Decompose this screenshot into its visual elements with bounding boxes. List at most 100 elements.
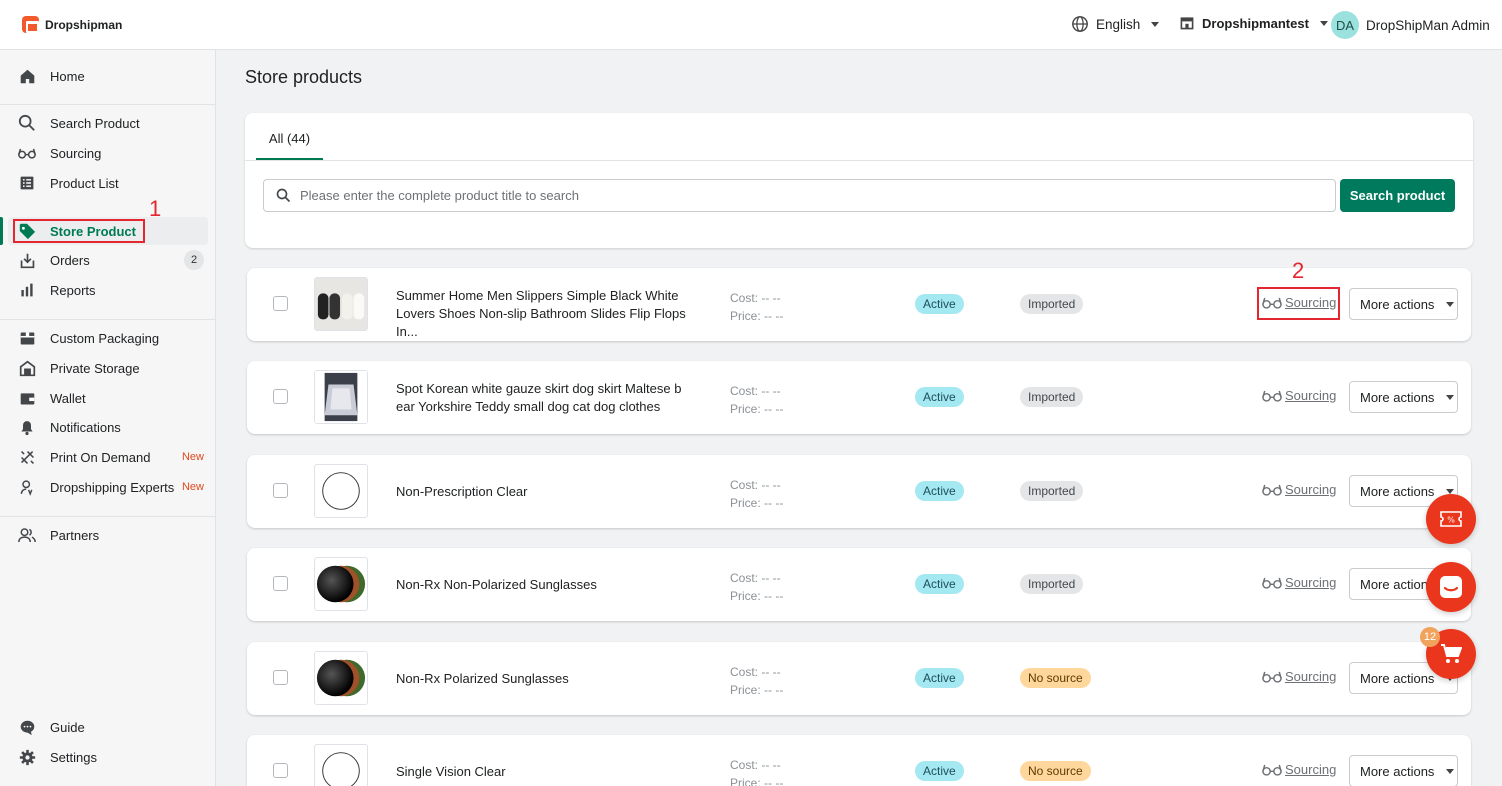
product-price: Price: -- --	[730, 683, 784, 697]
sourcing-link[interactable]: Sourcing	[1262, 482, 1336, 497]
language-selector[interactable]: English	[1071, 15, 1160, 33]
gear-icon	[18, 748, 36, 766]
home-icon	[18, 67, 36, 85]
chat-button[interactable]	[1426, 562, 1476, 612]
sidebar-item-label: Dropshipping Experts	[50, 479, 175, 495]
brand[interactable]: Dropshipman	[22, 16, 122, 33]
sourcing-link[interactable]: Sourcing	[1262, 669, 1336, 684]
more-actions-button[interactable]: More actions	[1349, 381, 1458, 413]
dog-skirt-image	[315, 371, 367, 423]
status-badge: Active	[915, 668, 964, 688]
more-actions-button[interactable]: More actions	[1349, 288, 1458, 320]
reports-icon	[18, 281, 36, 299]
product-thumbnail[interactable]	[314, 464, 368, 518]
product-title[interactable]: Non-Rx Non-Polarized Sunglasses	[396, 576, 686, 594]
sidebar-item-search-product[interactable]: Search Product	[0, 109, 216, 137]
sourcing-label: Sourcing	[1285, 388, 1337, 403]
sidebar-item-dropshipping-experts[interactable]: Dropshipping Experts New	[0, 473, 216, 501]
guide-icon	[18, 718, 36, 736]
sidebar-item-label: Custom Packaging	[50, 330, 160, 346]
row-checkbox[interactable]	[273, 389, 288, 404]
annotation-number-2: 2	[1292, 258, 1305, 283]
user-menu[interactable]: DA DropShipMan Admin	[1331, 11, 1490, 39]
sourcing-label: Sourcing	[1285, 762, 1337, 777]
sourcing-label: Sourcing	[1285, 482, 1337, 497]
product-price: Price: -- --	[730, 309, 784, 323]
sidebar-item-partners[interactable]: Partners	[0, 521, 216, 549]
sidebar-item-home[interactable]: Home	[0, 62, 216, 90]
status-badge: Active	[915, 294, 964, 314]
sourcing-link[interactable]: Sourcing	[1262, 762, 1336, 777]
coupon-button[interactable]: %	[1426, 494, 1476, 544]
sidebar-item-custom-packaging[interactable]: Custom Packaging	[0, 324, 216, 352]
sourcing-label: Sourcing	[1285, 669, 1337, 684]
source-badge: Imported	[1020, 387, 1084, 407]
orders-icon	[18, 251, 36, 269]
sourcing-label: Sourcing	[1285, 575, 1337, 590]
product-cost: Cost: -- --	[730, 758, 781, 772]
chevron-down-icon	[1446, 488, 1455, 494]
sidebar-item-guide[interactable]: Guide	[0, 713, 216, 741]
sidebar-item-label: Home	[50, 68, 85, 84]
page-title: Store products	[245, 67, 363, 87]
search-input[interactable]	[300, 188, 1300, 203]
cart-count-badge: 12	[1420, 627, 1440, 647]
row-checkbox[interactable]	[273, 576, 288, 591]
status-badge: Active	[915, 387, 964, 407]
search-icon	[276, 188, 291, 203]
print-icon	[18, 448, 36, 466]
store-selector[interactable]: Dropshipmantest	[1179, 15, 1328, 31]
product-thumbnail[interactable]	[314, 370, 368, 424]
sidebar-item-orders[interactable]: Orders 2	[0, 246, 216, 274]
sidebar-item-print-on-demand[interactable]: Print On Demand New	[0, 443, 216, 471]
tab-divider	[245, 160, 1473, 161]
sidebar-item-wallet[interactable]: Wallet	[0, 384, 216, 412]
sidebar-item-label: Private Storage	[50, 360, 140, 376]
source-badge: Imported	[1020, 294, 1084, 314]
sidebar-item-reports[interactable]: Reports	[0, 276, 216, 304]
row-checkbox[interactable]	[273, 670, 288, 685]
sunglasses-lens-image	[316, 659, 366, 697]
wallet-icon	[18, 389, 36, 407]
product-thumbnail[interactable]	[314, 557, 368, 611]
sidebar-item-private-storage[interactable]: Private Storage	[0, 354, 216, 382]
sourcing-link[interactable]: Sourcing	[1262, 388, 1336, 403]
product-title[interactable]: Summer Home Men Slippers Simple Black Wh…	[396, 287, 686, 341]
row-checkbox[interactable]	[273, 483, 288, 498]
glasses-icon	[1262, 484, 1282, 496]
sidebar-item-settings[interactable]: Settings	[0, 743, 216, 771]
chevron-down-icon	[1446, 394, 1455, 400]
expert-icon	[18, 478, 36, 496]
sunglasses-lens-image	[316, 565, 366, 603]
more-actions-button[interactable]: More actions	[1349, 755, 1458, 786]
product-thumbnail[interactable]	[314, 651, 368, 705]
product-row: Non-Rx Non-Polarized Sunglasses Cost: --…	[247, 548, 1471, 621]
tab-all[interactable]: All (44)	[256, 121, 323, 161]
sidebar-item-product-list[interactable]: Product List	[0, 169, 216, 197]
row-checkbox[interactable]	[273, 763, 288, 778]
sidebar-divider	[0, 516, 216, 517]
sourcing-link[interactable]: Sourcing	[1262, 575, 1336, 590]
product-row: Non-Rx Polarized Sunglasses Cost: -- -- …	[247, 642, 1471, 715]
product-cost: Cost: -- --	[730, 665, 781, 679]
product-title[interactable]: Non-Prescription Clear	[396, 483, 686, 501]
glasses-icon	[1262, 390, 1282, 402]
product-thumbnail[interactable]	[314, 744, 368, 786]
sidebar-item-label: Sourcing	[50, 145, 102, 161]
packaging-icon	[18, 329, 36, 347]
product-title[interactable]: Single Vision Clear	[396, 763, 686, 781]
sidebar-item-sourcing[interactable]: Sourcing	[0, 139, 216, 167]
product-thumbnail[interactable]	[314, 277, 368, 331]
product-title[interactable]: Spot Korean white gauze skirt dog skirt …	[396, 380, 686, 416]
annotation-box-store-product	[13, 219, 145, 243]
more-actions-label: More actions	[1360, 483, 1435, 499]
search-product-button[interactable]: Search product	[1340, 179, 1455, 212]
storage-icon	[18, 359, 36, 377]
clear-lens-image	[322, 752, 360, 786]
source-badge: Imported	[1020, 481, 1084, 501]
sidebar-item-label: Partners	[50, 527, 100, 543]
more-actions-label: More actions	[1360, 576, 1435, 592]
sidebar-item-notifications[interactable]: Notifications	[0, 413, 216, 441]
row-checkbox[interactable]	[273, 296, 288, 311]
product-title[interactable]: Non-Rx Polarized Sunglasses	[396, 670, 686, 688]
